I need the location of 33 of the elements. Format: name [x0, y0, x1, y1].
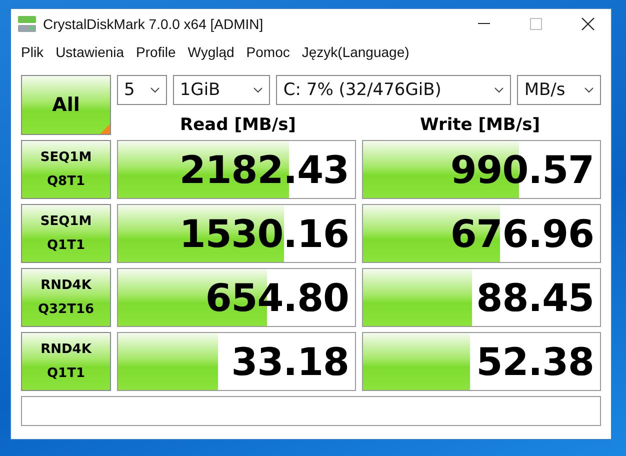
window-title: CrystalDiskMark 7.0.0 x64 [ADMIN] [43, 16, 264, 32]
maximize-icon [530, 18, 542, 30]
dropdown[interactable]: 5 [117, 75, 167, 105]
menu-item[interactable]: Język(Language) [296, 44, 416, 60]
menu-item[interactable]: Ustawienia [50, 44, 130, 60]
menu-item[interactable]: Pomoc [240, 44, 296, 60]
result-value: 676.96 [450, 212, 594, 256]
result-value: 52.38 [476, 340, 594, 384]
chevron-down-icon [584, 87, 594, 93]
result-value: 654.80 [205, 276, 349, 320]
dropdown[interactable]: C: 7% (32/476GiB) [276, 75, 512, 105]
close-icon [581, 17, 595, 31]
dropdown[interactable]: 1GiB [172, 75, 270, 105]
all-button[interactable]: All [21, 75, 111, 135]
chevron-down-icon [494, 87, 504, 93]
test-button[interactable]: SEQ1M Q8T1 [21, 140, 111, 199]
result-value: 990.57 [450, 148, 594, 192]
minimize-icon [478, 23, 490, 25]
result-value: 88.45 [476, 276, 594, 320]
test-button[interactable]: SEQ1M Q1T1 [21, 204, 111, 263]
dropdown[interactable]: MB/s [517, 75, 601, 105]
test-button[interactable]: RND4K Q32T16 [21, 268, 111, 327]
chevron-down-icon [253, 87, 264, 93]
result-value: 33.18 [231, 340, 349, 384]
comment-field[interactable] [21, 396, 601, 426]
chevron-down-icon [150, 87, 160, 93]
menu-item[interactable]: Wygląd [182, 44, 240, 60]
app-drive-icon [17, 15, 37, 33]
column-header: Write [MB/s] [419, 115, 541, 135]
column-header: Read [MB/s] [179, 115, 297, 135]
menu-item[interactable]: Plik [15, 44, 50, 60]
test-button[interactable]: RND4K Q1T1 [21, 332, 111, 391]
menu-item[interactable]: Profile [130, 44, 182, 60]
